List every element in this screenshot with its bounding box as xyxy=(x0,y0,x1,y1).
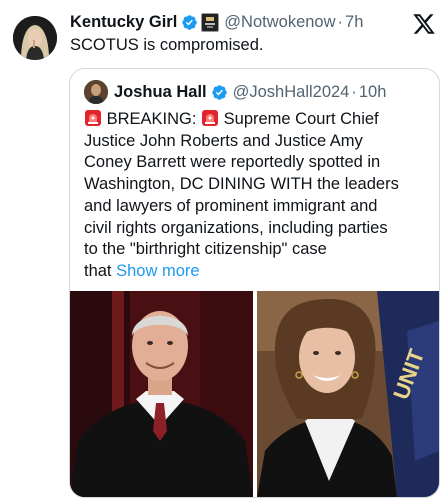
verified-badge-icon[interactable] xyxy=(181,14,198,31)
police-light-emoji-icon xyxy=(84,109,102,127)
quote-author-name[interactable]: Joshua Hall xyxy=(114,83,207,102)
author-avatar[interactable] xyxy=(13,16,57,60)
police-light-emoji-icon xyxy=(201,109,219,127)
quote-post-time[interactable]: 10h xyxy=(359,83,387,102)
photo-amy-coney-barrett[interactable]: UNIT xyxy=(257,291,439,497)
quote-line-3: Coney Barrett were reportedly spotted in xyxy=(84,153,381,172)
quote-line-8: that Show more xyxy=(84,261,429,283)
tweet[interactable]: Kentucky Girl @Notwokenow · 7h SCOTUS is… xyxy=(0,0,448,500)
show-more-link[interactable]: Show more xyxy=(116,262,199,280)
quote-line-4: Washington, DC DINING WITH the leaders xyxy=(84,175,399,194)
separator-dot: · xyxy=(337,13,344,31)
photo-john-roberts[interactable] xyxy=(70,291,253,497)
quote-author-avatar[interactable] xyxy=(84,80,108,104)
verified-badge-icon[interactable] xyxy=(211,84,228,101)
quote-line-2: Justice John Roberts and Justice Amy xyxy=(84,131,363,150)
quote-header: Joshua Hall @JoshHall2024 · 10h xyxy=(84,80,386,104)
quote-line-6: civil rights organizations, including pa… xyxy=(84,218,388,237)
post-time[interactable]: 7h xyxy=(345,13,363,32)
quote-text: BREAKING: Supreme Court Chief Justice Jo… xyxy=(84,109,429,283)
quote-line-7: to the "birthright citizenship" case xyxy=(84,240,327,259)
quote-line-5: and lawyers of prominent immigrant and xyxy=(84,196,378,215)
separator-dot: · xyxy=(351,82,357,101)
tweet-header: Kentucky Girl @Notwokenow · 7h xyxy=(70,13,363,32)
quote-author-handle[interactable]: @JoshHall2024 xyxy=(233,83,350,102)
author-name[interactable]: Kentucky Girl xyxy=(70,13,177,32)
quoted-tweet[interactable]: Joshua Hall @JoshHall2024 · 10h BREAKING… xyxy=(69,68,440,498)
quote-line-text: that xyxy=(84,261,112,280)
quote-line-text: BREAKING: xyxy=(106,110,197,128)
quote-line-1: BREAKING: Supreme Court Chief xyxy=(84,109,429,131)
x-logo-icon[interactable] xyxy=(412,12,436,36)
tweet-text: SCOTUS is compromised. xyxy=(70,36,264,54)
author-handle[interactable]: @Notwokenow xyxy=(224,13,335,32)
affiliation-badge-icon[interactable] xyxy=(201,13,220,32)
quote-line-text: Supreme Court Chief xyxy=(223,110,379,128)
